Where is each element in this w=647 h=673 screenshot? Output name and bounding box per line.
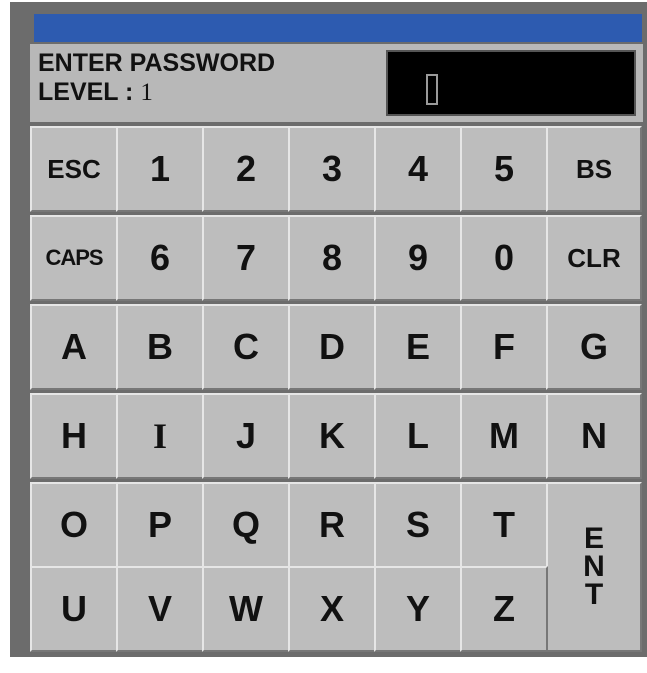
esc-key[interactable]: ESC bbox=[30, 126, 118, 212]
key-g[interactable]: G bbox=[546, 304, 642, 390]
key-4[interactable]: 4 bbox=[374, 126, 462, 212]
key-6[interactable]: 6 bbox=[116, 215, 204, 301]
prompt-text: ENTER PASSWORD bbox=[38, 49, 276, 77]
key-j[interactable]: J bbox=[202, 393, 290, 479]
key-v[interactable]: V bbox=[116, 566, 204, 652]
key-m[interactable]: M bbox=[460, 393, 548, 479]
key-u[interactable]: U bbox=[30, 566, 118, 652]
key-z[interactable]: Z bbox=[460, 566, 548, 652]
enter-key[interactable]: E N T bbox=[546, 482, 642, 652]
key-x[interactable]: X bbox=[288, 566, 376, 652]
key-p[interactable]: P bbox=[116, 482, 204, 568]
key-s[interactable]: S bbox=[374, 482, 462, 568]
key-k[interactable]: K bbox=[288, 393, 376, 479]
clear-key[interactable]: CLR bbox=[546, 215, 642, 301]
key-0[interactable]: 0 bbox=[460, 215, 548, 301]
enter-letter-e: E bbox=[583, 522, 604, 555]
key-9[interactable]: 9 bbox=[374, 215, 462, 301]
key-3[interactable]: 3 bbox=[288, 126, 376, 212]
level-label: LEVEL : bbox=[38, 78, 134, 106]
key-w[interactable]: W bbox=[202, 566, 290, 652]
key-t[interactable]: T bbox=[460, 482, 548, 568]
key-l[interactable]: L bbox=[374, 393, 462, 479]
key-1[interactable]: 1 bbox=[116, 126, 204, 212]
key-h[interactable]: H bbox=[30, 393, 118, 479]
key-f[interactable]: F bbox=[460, 304, 548, 390]
key-c[interactable]: C bbox=[202, 304, 290, 390]
key-r[interactable]: R bbox=[288, 482, 376, 568]
key-q[interactable]: Q bbox=[202, 482, 290, 568]
title-bar bbox=[34, 14, 642, 42]
password-prompt: ENTER PASSWORD LEVEL : 1 bbox=[38, 49, 275, 107]
caps-key[interactable]: CAPS bbox=[30, 215, 118, 301]
backspace-key[interactable]: BS bbox=[546, 126, 642, 212]
key-o[interactable]: O bbox=[30, 482, 118, 568]
key-n[interactable]: N bbox=[546, 393, 642, 479]
key-e[interactable]: E bbox=[374, 304, 462, 390]
key-d[interactable]: D bbox=[288, 304, 376, 390]
key-a[interactable]: A bbox=[30, 304, 118, 390]
key-5[interactable]: 5 bbox=[460, 126, 548, 212]
password-header: ENTER PASSWORD LEVEL : 1 bbox=[30, 44, 643, 122]
key-y[interactable]: Y bbox=[374, 566, 462, 652]
enter-letter-t: T bbox=[584, 578, 604, 611]
text-cursor bbox=[426, 74, 438, 105]
level-value: 1 bbox=[140, 79, 153, 106]
password-input[interactable] bbox=[386, 50, 636, 116]
key-8[interactable]: 8 bbox=[288, 215, 376, 301]
key-2[interactable]: 2 bbox=[202, 126, 290, 212]
enter-letter-n: N bbox=[583, 550, 605, 583]
key-b[interactable]: B bbox=[116, 304, 204, 390]
key-7[interactable]: 7 bbox=[202, 215, 290, 301]
key-i[interactable]: I bbox=[116, 393, 204, 479]
